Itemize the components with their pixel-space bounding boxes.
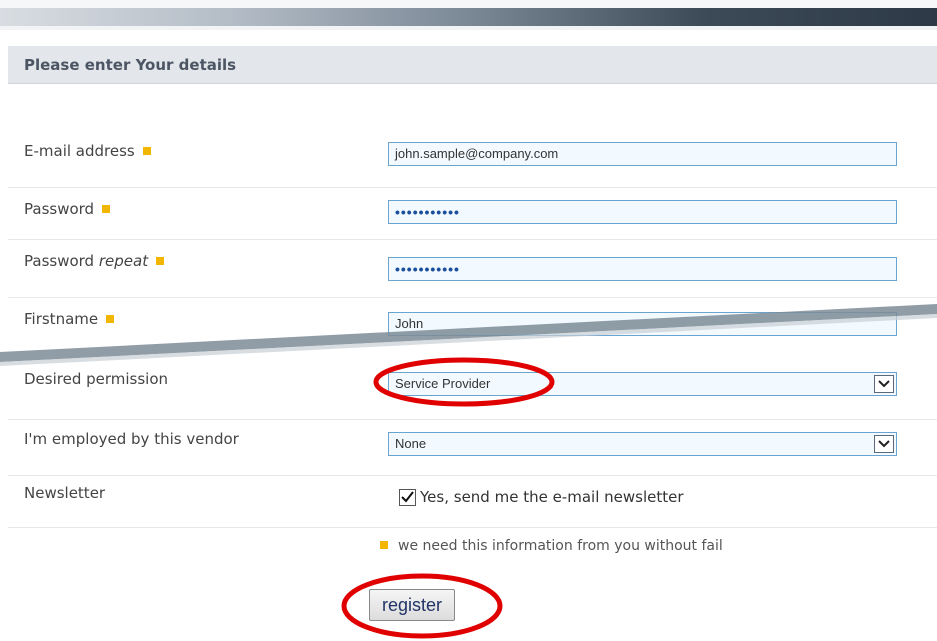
row-permission: Desired permission Service Provider xyxy=(8,358,937,420)
newsletter-checkbox[interactable] xyxy=(399,488,416,506)
row-password-repeat: Password repeat ••••••••••• xyxy=(8,240,937,298)
row-email: E-mail address john.sample@company.com xyxy=(8,130,937,188)
permission-selected: Service Provider xyxy=(395,376,491,391)
password-field[interactable]: ••••••••••• xyxy=(388,200,897,224)
required-marker-icon xyxy=(156,256,165,265)
form-header: Please enter Your details xyxy=(8,46,937,84)
email-field[interactable]: john.sample@company.com xyxy=(388,142,897,166)
chevron-down-icon[interactable] xyxy=(874,375,894,393)
firstname-label: Firstname xyxy=(24,310,115,328)
vendor-select[interactable]: None xyxy=(388,432,897,456)
vendor-selected: None xyxy=(395,436,427,451)
check-icon xyxy=(401,491,414,503)
permission-select[interactable]: Service Provider xyxy=(388,372,897,396)
password-repeat-dots: ••••••••••• xyxy=(395,261,460,277)
register-button[interactable]: register xyxy=(369,589,455,621)
password-repeat-label-main: Password xyxy=(24,252,95,270)
password-label: Password xyxy=(24,200,111,218)
password-label-text: Password xyxy=(24,200,95,218)
firstname-label-text: Firstname xyxy=(24,310,99,328)
row-newsletter: Newsletter Yes, send me the e-mail newsl… xyxy=(8,476,937,528)
newsletter-checkbox-label[interactable]: Yes, send me the e-mail newsletter xyxy=(420,488,684,506)
required-marker-icon xyxy=(106,314,115,323)
required-marker-icon xyxy=(102,204,111,213)
required-marker-icon xyxy=(142,146,151,155)
newsletter-label: Newsletter xyxy=(24,484,106,502)
vendor-label: I'm employed by this vendor xyxy=(24,430,239,448)
form-title: Please enter Your details xyxy=(24,56,237,74)
top-banner-light xyxy=(0,0,937,8)
row-firstname: Firstname John xyxy=(8,298,937,358)
row-password: Password ••••••••••• xyxy=(8,188,937,240)
email-label-text: E-mail address xyxy=(24,142,135,160)
password-dots: ••••••••••• xyxy=(395,204,460,220)
required-note: we need this information from you withou… xyxy=(380,538,723,554)
email-label: E-mail address xyxy=(24,142,151,160)
top-banner xyxy=(0,0,937,30)
password-repeat-field[interactable]: ••••••••••• xyxy=(388,257,897,281)
firstname-field[interactable]: John xyxy=(388,312,897,336)
chevron-down-icon[interactable] xyxy=(874,435,894,453)
top-banner-stripe xyxy=(0,8,937,26)
row-vendor: I'm employed by this vendor None xyxy=(8,420,937,476)
password-repeat-label: Password repeat xyxy=(24,252,165,270)
required-marker-icon xyxy=(380,541,388,549)
required-note-text: we need this information from you withou… xyxy=(398,538,723,554)
password-repeat-label-em: repeat xyxy=(98,252,149,270)
permission-label: Desired permission xyxy=(24,370,169,388)
newsletter-option: Yes, send me the e-mail newsletter xyxy=(399,488,684,506)
